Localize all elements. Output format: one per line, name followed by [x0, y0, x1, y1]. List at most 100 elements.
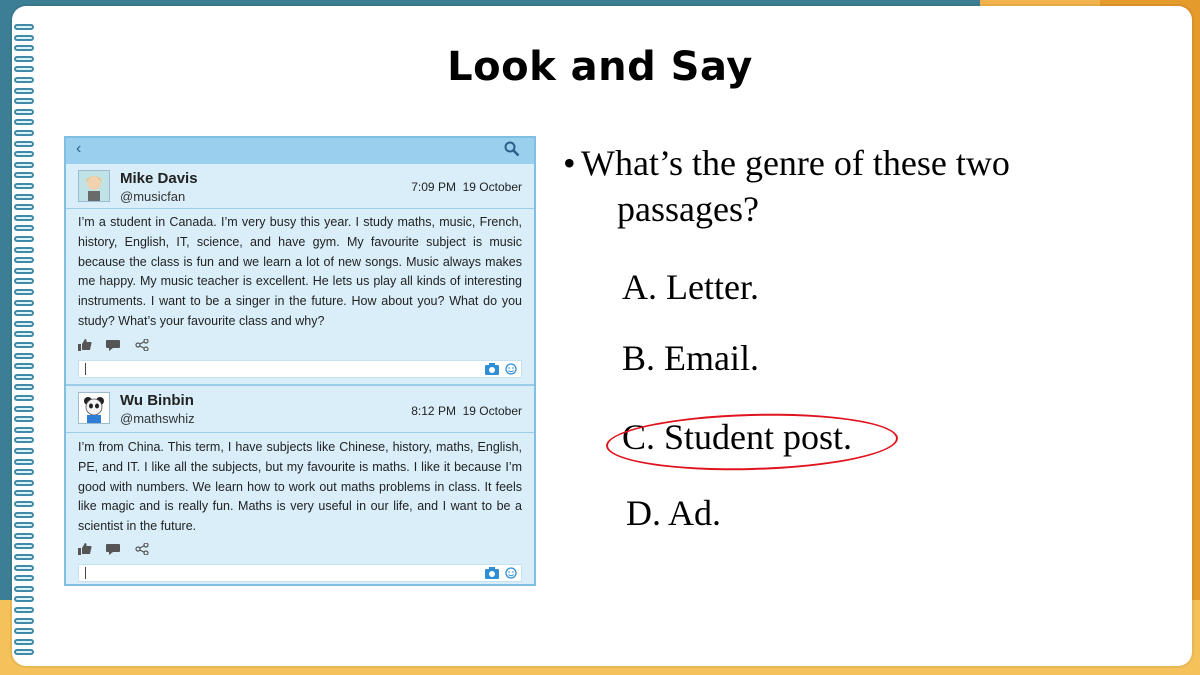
question-line-1: What’s the genre of these two: [581, 143, 1010, 183]
ring-binding: [14, 479, 34, 486]
camera-icon[interactable]: [485, 363, 499, 375]
ring-binding: [14, 172, 34, 179]
ring-binding: [14, 267, 34, 274]
ring-binding: [14, 373, 34, 380]
ring-binding: [14, 564, 34, 571]
camera-icon[interactable]: [485, 567, 499, 579]
ring-binding: [14, 246, 34, 253]
ring-binding: [14, 278, 34, 285]
post-timestamp: 7:09 PM 19 October: [411, 180, 522, 194]
smiley-icon[interactable]: [505, 567, 517, 579]
ring-binding: [14, 585, 34, 592]
post-date: 19 October: [462, 180, 522, 194]
ring-binding: [14, 34, 34, 41]
ring-binding: [14, 638, 34, 645]
post-date: 19 October: [462, 404, 522, 418]
divider: [66, 432, 534, 433]
ring-binding: [14, 320, 34, 327]
smiley-icon[interactable]: [505, 363, 517, 375]
ring-binding: [14, 437, 34, 444]
post-mike-davis: Mike Davis @musicfan 7:09 PM 19 October …: [66, 164, 534, 384]
ring-binding: [14, 24, 34, 30]
like-icon[interactable]: [78, 338, 92, 351]
question-line-2: passages?: [617, 189, 759, 229]
ring-binding: [14, 384, 34, 391]
option-b[interactable]: B. Email.: [622, 337, 759, 379]
text-cursor: [85, 363, 86, 375]
ring-binding: [14, 501, 34, 507]
post-author-handle: @mathswhiz: [120, 411, 195, 426]
post-timestamp: 8:12 PM 19 October: [411, 404, 522, 418]
feed-toolbar: ‹: [66, 138, 534, 164]
ring-binding: [14, 140, 34, 147]
slide-title: Look and Say: [447, 44, 753, 90]
ring-binding: [14, 342, 34, 348]
ring-binding: [14, 607, 34, 613]
ring-binding: [14, 395, 34, 401]
search-icon[interactable]: [504, 141, 520, 157]
ring-binding: [14, 151, 34, 158]
ring-binding: [14, 426, 34, 433]
option-a[interactable]: A. Letter.: [622, 266, 759, 308]
ring-binding: [14, 363, 34, 370]
avatar-icon: [78, 392, 110, 424]
post-body: I’m from China. This term, I have subjec…: [78, 440, 522, 534]
ring-binding: [14, 490, 34, 497]
ring-binding: [14, 183, 34, 189]
ring-binding: [14, 236, 34, 242]
ring-binding: [14, 405, 34, 412]
ring-binding: [14, 511, 34, 518]
ring-binding: [14, 108, 34, 115]
ring-binding: [14, 617, 34, 624]
ring-binding: [14, 161, 34, 168]
ring-binding: [14, 257, 34, 264]
ring-binding: [14, 469, 34, 476]
text-cursor: [85, 567, 86, 579]
post-author-name[interactable]: Wu Binbin: [120, 392, 194, 409]
comment-input[interactable]: [78, 564, 522, 582]
ring-binding: [14, 352, 34, 359]
post-wu-binbin: Wu Binbin @mathswhiz 8:12 PM 19 October …: [66, 384, 534, 586]
post-author-name[interactable]: Mike Davis: [120, 170, 198, 187]
ring-binding: [14, 649, 34, 656]
ring-binding: [14, 554, 34, 560]
question: • What’s the genre of these two passages…: [563, 140, 1083, 232]
share-icon[interactable]: [135, 338, 149, 351]
ring-binding: [14, 310, 34, 317]
comment-icon[interactable]: [106, 339, 121, 351]
ring-binding: [14, 289, 34, 295]
ring-binding: [14, 522, 34, 529]
like-icon[interactable]: [78, 542, 92, 555]
post-actions: [78, 336, 159, 352]
ring-binding: [14, 193, 34, 200]
post-body: I’m a student in Canada. I’m very busy t…: [78, 215, 522, 328]
divider: [66, 208, 534, 209]
ring-binding: [14, 299, 34, 306]
post-time: 8:12 PM: [411, 404, 456, 418]
ring-binding: [14, 331, 34, 338]
option-d[interactable]: D. Ad.: [626, 492, 721, 534]
comment-input[interactable]: [78, 360, 522, 378]
ring-binding: [14, 628, 34, 635]
ring-binding: [14, 416, 34, 423]
share-icon[interactable]: [135, 542, 149, 555]
ring-binding: [14, 98, 34, 105]
ring-binding: [14, 596, 34, 603]
back-arrow-icon[interactable]: ‹: [76, 140, 81, 158]
ring-binding: [14, 543, 34, 550]
comment-icon[interactable]: [106, 543, 121, 555]
ring-binding: [14, 214, 34, 221]
ring-binding: [14, 458, 34, 465]
ring-binding: [14, 448, 34, 454]
ring-binding: [14, 532, 34, 539]
post-author-handle: @musicfan: [120, 189, 186, 204]
ring-binding: [14, 204, 34, 211]
social-feed-panel: ‹ Mike Davis @musicfan 7:09 PM 19 Octobe…: [64, 136, 536, 586]
ring-binding: [14, 119, 34, 126]
ring-binding: [14, 225, 34, 232]
ring-binding: [14, 575, 34, 582]
bullet: •: [563, 143, 576, 183]
post-actions: [78, 540, 159, 556]
notebook-rings: [12, 24, 38, 664]
ring-binding: [14, 130, 34, 136]
